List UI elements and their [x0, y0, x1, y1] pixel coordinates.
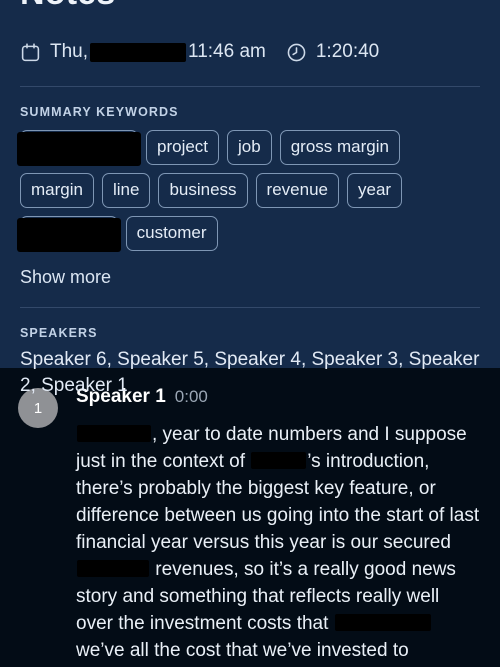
keyword-chip[interactable]: [redacted]	[17, 130, 141, 166]
transcript-entry: Speaker 1 0:00 , year to date numbers an…	[76, 386, 480, 667]
page-title: Notes	[20, 0, 480, 16]
transcript-text-segment: we’ve all the cost that we’ve invested t…	[76, 640, 409, 661]
meta-panel: Notes Thu, 11:46 am	[0, 0, 500, 396]
keyword-chip[interactable]: job	[227, 130, 272, 165]
transcript-redaction	[77, 425, 151, 442]
summary-keywords-label: SUMMARY KEYWORDS	[20, 105, 179, 119]
keyword-chip[interactable]: line	[101, 173, 151, 208]
keyword-chip[interactable]: gross margin	[279, 130, 400, 165]
keyword-chip[interactable]: margin	[20, 173, 94, 208]
recording-info-row: Thu, 11:46 am 1:20:40	[20, 29, 480, 75]
keyword-chip[interactable]: revenue	[255, 173, 339, 208]
transcript-text: , year to date numbers and I suppose jus…	[76, 421, 480, 664]
keyword-chip[interactable]: [redacted]	[17, 216, 121, 252]
duration-text: 1:20:40	[315, 41, 380, 62]
page-title-text: Notes	[20, 0, 115, 13]
speakers-label: SPEAKERS	[20, 326, 98, 340]
keyword-chip[interactable]: project	[146, 130, 220, 165]
speakers-list: Speaker 6, Speaker 5, Speaker 4, Speaker…	[20, 349, 480, 396]
calendar-icon	[20, 42, 41, 63]
divider-speakers	[20, 307, 480, 308]
keyword-chip[interactable]: year	[346, 173, 403, 208]
show-more-link[interactable]: Show more	[20, 267, 111, 288]
recording-date: Thu, 11:46 am	[20, 41, 266, 63]
date-redaction	[90, 42, 187, 62]
clock-icon	[286, 42, 307, 63]
start-time: 11:46 am	[188, 41, 266, 62]
keyword-chip-list: [redacted] project job gross margin marg…	[17, 130, 480, 252]
keyword-chip[interactable]: business	[158, 173, 248, 208]
transcript-redaction	[77, 560, 149, 577]
transcript-redaction	[334, 614, 431, 631]
recording-duration: 1:20:40	[286, 41, 379, 63]
transcript-redaction	[251, 452, 307, 469]
notes-screen: Notes Thu, 11:46 am	[0, 0, 500, 667]
transcript-panel: 1 Speaker 1 0:00 , year to date numbers …	[0, 368, 500, 667]
divider-top	[20, 86, 480, 87]
date-prefix: Thu,	[50, 41, 89, 62]
keyword-chip[interactable]: customer	[125, 216, 218, 251]
